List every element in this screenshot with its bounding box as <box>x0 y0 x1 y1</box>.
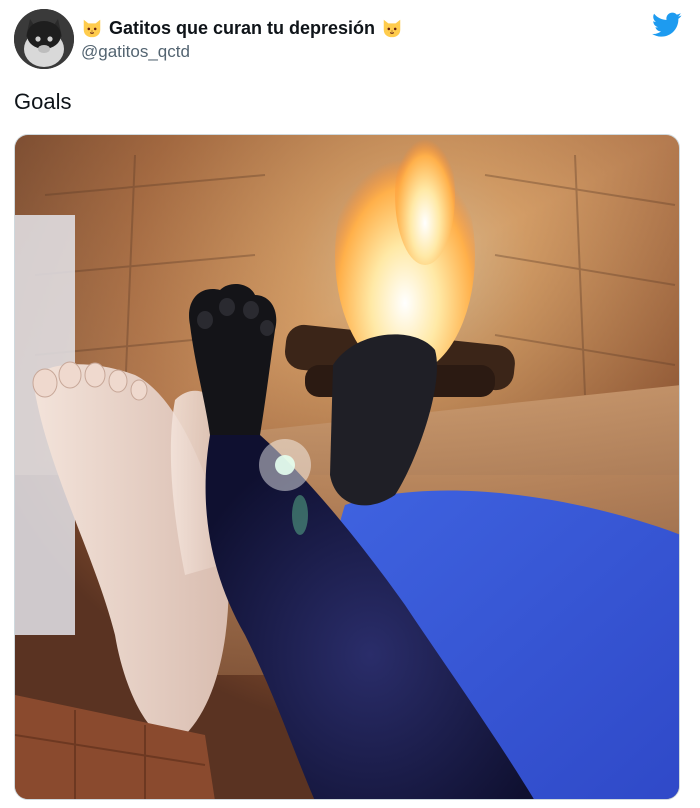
author-handle[interactable]: @gatitos_qctd <box>81 42 190 62</box>
avatar[interactable] <box>14 9 74 69</box>
tweet-text: Goals <box>14 89 72 114</box>
author-display-name: Gatitos que curan tu depresión <box>109 17 376 38</box>
fireplace-photo <box>15 135 679 799</box>
author-name-row[interactable]: Gatitos que curan tu depresión <box>81 15 403 41</box>
tweet-photo[interactable] <box>14 134 680 800</box>
twitter-bird-icon[interactable] <box>652 12 682 38</box>
cat-face-emoji-icon <box>83 19 101 38</box>
tweet-header: Gatitos que curan tu depresión @gatitos_… <box>0 0 700 80</box>
cat-face-emoji-icon <box>383 19 401 38</box>
avatar-image <box>14 9 74 69</box>
